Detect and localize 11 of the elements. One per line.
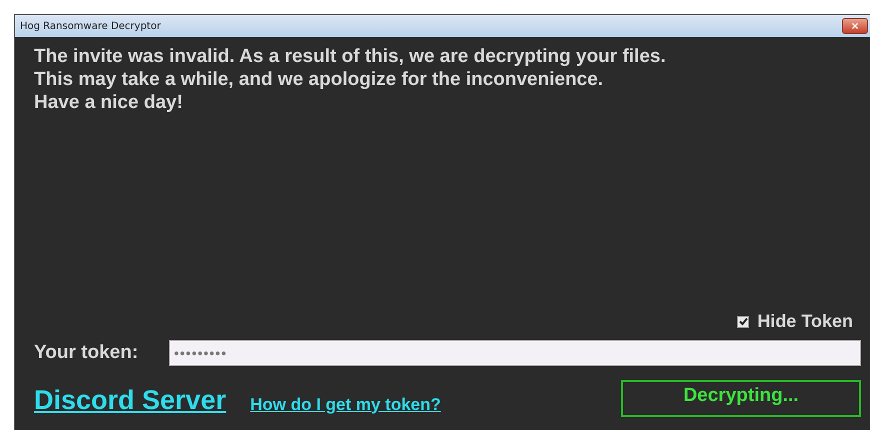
window-title: Hog Ransomware Decryptor: [20, 20, 161, 34]
token-field[interactable]: •••••••••: [169, 340, 861, 366]
message-line: Have a nice day!: [34, 91, 184, 114]
hide-token-checkbox[interactable]: [737, 316, 750, 328]
message-line: The invite was invalid. As a result of this, we are decrypting your files.: [34, 45, 667, 68]
decrypting-button[interactable]: Decrypting...: [621, 380, 861, 416]
checkbox-label: Hide Token: [757, 310, 853, 333]
message-line: This may take a while, and we apologize for the inconvenience.: [34, 68, 604, 91]
help-link[interactable]: How do I get my token?: [250, 392, 441, 417]
token-label: Your token:: [34, 341, 140, 365]
discord-link[interactable]: Discord Server: [34, 380, 226, 420]
